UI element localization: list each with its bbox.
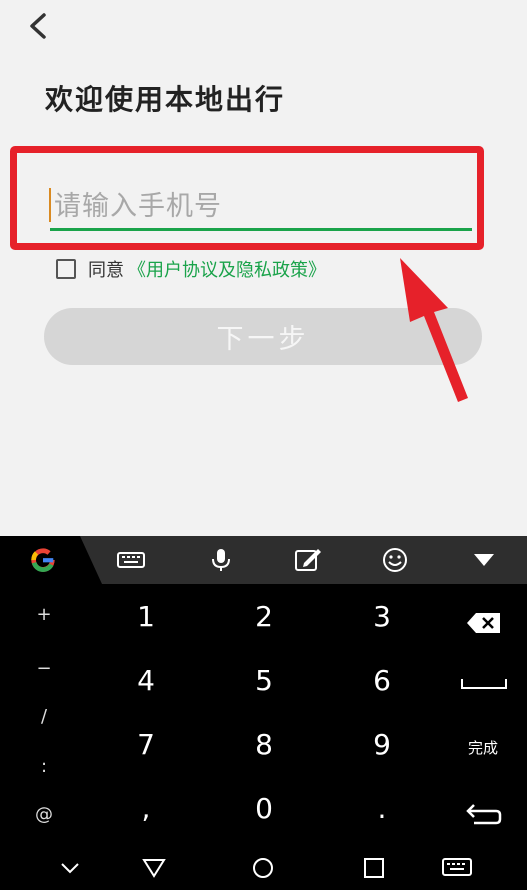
done-key[interactable]: 完成 bbox=[458, 737, 508, 758]
agreement-link[interactable]: 《用户协议及隐私政策》 bbox=[128, 256, 326, 282]
agree-label: 同意 bbox=[88, 260, 124, 281]
emoji-icon[interactable] bbox=[381, 548, 409, 572]
key-comma[interactable]: , bbox=[116, 792, 176, 825]
enter-icon[interactable] bbox=[464, 800, 502, 826]
key-4[interactable]: 4 bbox=[116, 664, 176, 697]
pointer-arrow-icon bbox=[400, 258, 468, 402]
google-g-icon[interactable] bbox=[28, 546, 58, 574]
mic-icon[interactable] bbox=[207, 548, 235, 572]
key-minus[interactable]: − bbox=[29, 658, 59, 679]
soft-keyboard: + − / : @ 1 2 3 4 5 6 7 8 9 , 0 . 完成 bbox=[0, 536, 527, 890]
login-screen: 欢迎使用本地出行 同意 《用户协议及隐私政策》 下一步 bbox=[0, 0, 527, 536]
agreement-row: 同意 《用户协议及隐私政策》 bbox=[56, 256, 326, 282]
key-6[interactable]: 6 bbox=[352, 664, 412, 697]
key-slash[interactable]: / bbox=[29, 706, 59, 727]
backspace-icon[interactable] bbox=[466, 612, 502, 634]
key-at[interactable]: @ bbox=[29, 804, 59, 825]
page-title: 欢迎使用本地出行 bbox=[45, 83, 286, 116]
hide-keyboard-icon[interactable] bbox=[58, 856, 82, 880]
key-9[interactable]: 9 bbox=[352, 728, 412, 761]
key-5[interactable]: 5 bbox=[234, 664, 294, 697]
key-period[interactable]: . bbox=[352, 792, 412, 825]
nav-back-icon[interactable] bbox=[142, 856, 166, 880]
nav-home-icon[interactable] bbox=[251, 856, 275, 880]
agree-checkbox[interactable] bbox=[56, 259, 76, 279]
edit-icon[interactable] bbox=[294, 548, 322, 572]
keyboard-toolbar bbox=[0, 536, 527, 584]
collapse-icon[interactable] bbox=[470, 548, 498, 572]
key-0[interactable]: 0 bbox=[234, 792, 294, 825]
keyboard-icon[interactable] bbox=[117, 548, 145, 572]
system-nav-bar bbox=[0, 848, 527, 890]
back-arrow-icon[interactable] bbox=[22, 10, 56, 44]
key-8[interactable]: 8 bbox=[234, 728, 294, 761]
key-2[interactable]: 2 bbox=[234, 600, 294, 633]
key-7[interactable]: 7 bbox=[116, 728, 176, 761]
nav-recents-icon[interactable] bbox=[362, 856, 386, 880]
text-caret bbox=[49, 188, 51, 222]
keyboard-switch-icon[interactable] bbox=[442, 856, 472, 880]
key-1[interactable]: 1 bbox=[116, 600, 176, 633]
phone-input[interactable] bbox=[50, 184, 472, 231]
space-icon[interactable] bbox=[460, 676, 508, 692]
key-3[interactable]: 3 bbox=[352, 600, 412, 633]
key-plus[interactable]: + bbox=[29, 604, 59, 625]
key-colon[interactable]: : bbox=[29, 756, 59, 777]
